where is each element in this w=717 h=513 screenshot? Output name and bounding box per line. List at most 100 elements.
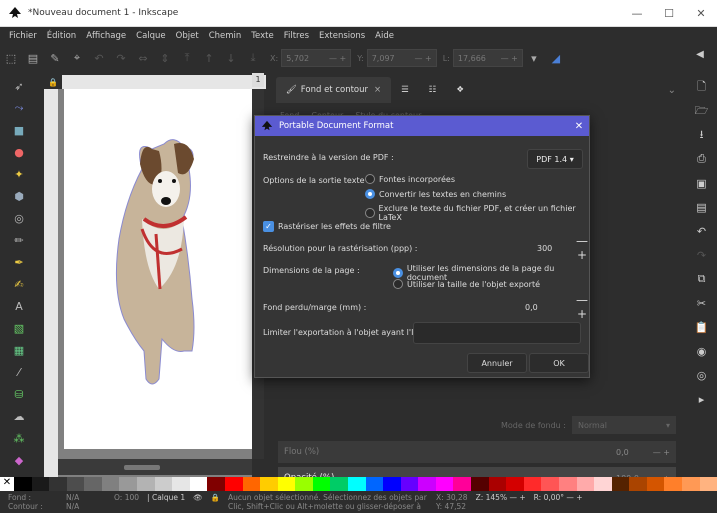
- palette-swatch[interactable]: [242, 477, 261, 491]
- palette-swatch[interactable]: [488, 477, 507, 491]
- checkmark-icon[interactable]: ✓: [263, 221, 274, 232]
- dock-menu-chevron-icon[interactable]: ⌄: [668, 85, 676, 96]
- ok-button[interactable]: OK: [529, 353, 589, 373]
- layer-lock-icon[interactable]: 🔒: [211, 493, 220, 502]
- palette-swatch[interactable]: [312, 477, 331, 491]
- flip-horizontal-icon[interactable]: ⇔: [132, 47, 154, 69]
- palette-swatch[interactable]: [66, 477, 85, 491]
- palette-swatch[interactable]: [471, 477, 489, 491]
- palette-swatch[interactable]: [576, 477, 595, 491]
- dog-image[interactable]: [64, 89, 252, 449]
- palette-swatch[interactable]: [541, 477, 559, 491]
- palette-swatch[interactable]: [295, 477, 313, 491]
- palette-swatch[interactable]: [558, 477, 577, 491]
- radio-embed-fonts[interactable]: Fontes incorporées: [365, 174, 455, 184]
- palette-swatch[interactable]: [664, 477, 682, 491]
- blur-slider[interactable]: Flou (%) 0,0 — +: [278, 441, 676, 463]
- dropper-tool-icon[interactable]: ⁄: [9, 362, 29, 382]
- touch-select-icon[interactable]: ⌖: [66, 47, 88, 69]
- palette-swatch[interactable]: [330, 477, 348, 491]
- minimize-button[interactable]: —: [621, 7, 653, 20]
- palette-swatch[interactable]: [629, 477, 647, 491]
- zoom-drawing-icon[interactable]: ◎: [692, 365, 712, 385]
- palette-swatch[interactable]: [277, 477, 296, 491]
- palette-swatch[interactable]: [84, 477, 102, 491]
- select-all-icon[interactable]: ⬚: [0, 47, 22, 69]
- undo-icon[interactable]: ↶: [692, 221, 712, 241]
- ruler-corner-lock-icon[interactable]: 🔒: [44, 75, 62, 89]
- pen-tool-icon[interactable]: ✒: [9, 252, 29, 272]
- mesh-tool-icon[interactable]: ▦: [9, 340, 29, 360]
- palette-swatch[interactable]: [435, 477, 454, 491]
- rotate-cw-icon[interactable]: ↷: [110, 47, 132, 69]
- palette-swatch[interactable]: [418, 477, 436, 491]
- radio-object-size-dot[interactable]: [393, 279, 403, 289]
- tab-layers-icon[interactable]: ❖: [446, 77, 474, 103]
- radio-object-size[interactable]: Utiliser la taille de l'objet exporté: [393, 279, 540, 289]
- palette-swatch[interactable]: [189, 477, 208, 491]
- flip-vertical-icon[interactable]: ⇕: [154, 47, 176, 69]
- menu-edition[interactable]: Édition: [42, 31, 81, 41]
- menu-filtres[interactable]: Filtres: [279, 31, 314, 41]
- limit-id-input[interactable]: [413, 322, 581, 344]
- rectangle-tool-icon[interactable]: ■: [9, 120, 29, 140]
- rotation-field[interactable]: R: 0,00° — +: [534, 493, 583, 502]
- no-paint-swatch[interactable]: ✕: [0, 477, 14, 491]
- deselect-icon[interactable]: ✎: [44, 47, 66, 69]
- maximize-button[interactable]: ☐: [653, 7, 685, 20]
- selector-tool-icon[interactable]: ➶: [9, 76, 29, 96]
- ruler-badge[interactable]: 1: [252, 73, 264, 87]
- palette-swatch[interactable]: [699, 477, 717, 491]
- resolution-spinbox[interactable]: 300 —+: [533, 234, 593, 262]
- node-tool-icon[interactable]: ⤳: [9, 98, 29, 118]
- horizontal-scroll-thumb[interactable]: [124, 465, 160, 470]
- palette-swatch[interactable]: [119, 477, 138, 491]
- menu-chemin[interactable]: Chemin: [204, 31, 247, 41]
- tab-align-icon[interactable]: ☰: [391, 77, 419, 103]
- palette-swatch[interactable]: [224, 477, 243, 491]
- gradient-tool-icon[interactable]: ▧: [9, 318, 29, 338]
- raise-icon[interactable]: ↑: [198, 47, 220, 69]
- lower-to-bottom-icon[interactable]: ⤓: [242, 47, 264, 69]
- x-stepper[interactable]: — +: [329, 54, 346, 63]
- fill-stroke-values[interactable]: N/A N/A: [66, 493, 106, 511]
- rasterize-checkbox[interactable]: ✓ Rastériser les effets de filtre: [263, 221, 391, 232]
- x-field[interactable]: 5,702 — +: [281, 49, 352, 67]
- new-document-icon[interactable]: 🗋: [692, 77, 712, 97]
- menu-aide[interactable]: Aide: [370, 31, 399, 41]
- 3d-box-tool-icon[interactable]: ⬢: [9, 186, 29, 206]
- radio-text-to-paths[interactable]: Convertir les textes en chemins: [365, 189, 506, 199]
- palette-swatch[interactable]: [260, 477, 278, 491]
- text-tool-icon[interactable]: A: [9, 296, 29, 316]
- tab-close-icon[interactable]: ×: [374, 85, 381, 95]
- zoom-field[interactable]: Z: 145% — +: [476, 493, 526, 502]
- horizontal-scrollbar[interactable]: [58, 459, 252, 475]
- palette-swatch[interactable]: [49, 477, 67, 491]
- copy-icon[interactable]: ⧉: [692, 269, 712, 289]
- calligraphy-tool-icon[interactable]: ✍: [9, 274, 29, 294]
- palette-swatch[interactable]: [347, 477, 366, 491]
- zoom-selection-icon[interactable]: ◉: [692, 341, 712, 361]
- resolution-stepper[interactable]: —+: [571, 234, 593, 262]
- menu-affichage[interactable]: Affichage: [81, 31, 131, 41]
- star-tool-icon[interactable]: ✦: [9, 164, 29, 184]
- blend-mode-select[interactable]: Normal ▾: [572, 416, 676, 434]
- layer-select[interactable]: | Calque 1: [147, 493, 185, 502]
- print-icon[interactable]: ⎙: [692, 149, 712, 169]
- snap-icon[interactable]: ◢: [545, 47, 567, 69]
- lower-icon[interactable]: ↓: [220, 47, 242, 69]
- palette-swatch[interactable]: [101, 477, 120, 491]
- paste-icon[interactable]: 📋: [692, 317, 712, 337]
- spray-tool-icon[interactable]: ⁂: [9, 428, 29, 448]
- drawing-canvas[interactable]: [58, 89, 252, 477]
- radio-embed-fonts-dot[interactable]: [365, 174, 375, 184]
- menu-calque[interactable]: Calque: [131, 31, 171, 41]
- opacity-status[interactable]: O: 100: [114, 493, 139, 502]
- export-icon[interactable]: ▤: [692, 197, 712, 217]
- layer-visibility-icon[interactable]: 👁: [193, 493, 203, 502]
- palette-swatch[interactable]: [523, 477, 542, 491]
- palette-swatch[interactable]: [400, 477, 419, 491]
- palette-swatch[interactable]: [646, 477, 665, 491]
- blur-field[interactable]: 0,0 — +: [616, 448, 676, 457]
- palette-swatch[interactable]: [681, 477, 700, 491]
